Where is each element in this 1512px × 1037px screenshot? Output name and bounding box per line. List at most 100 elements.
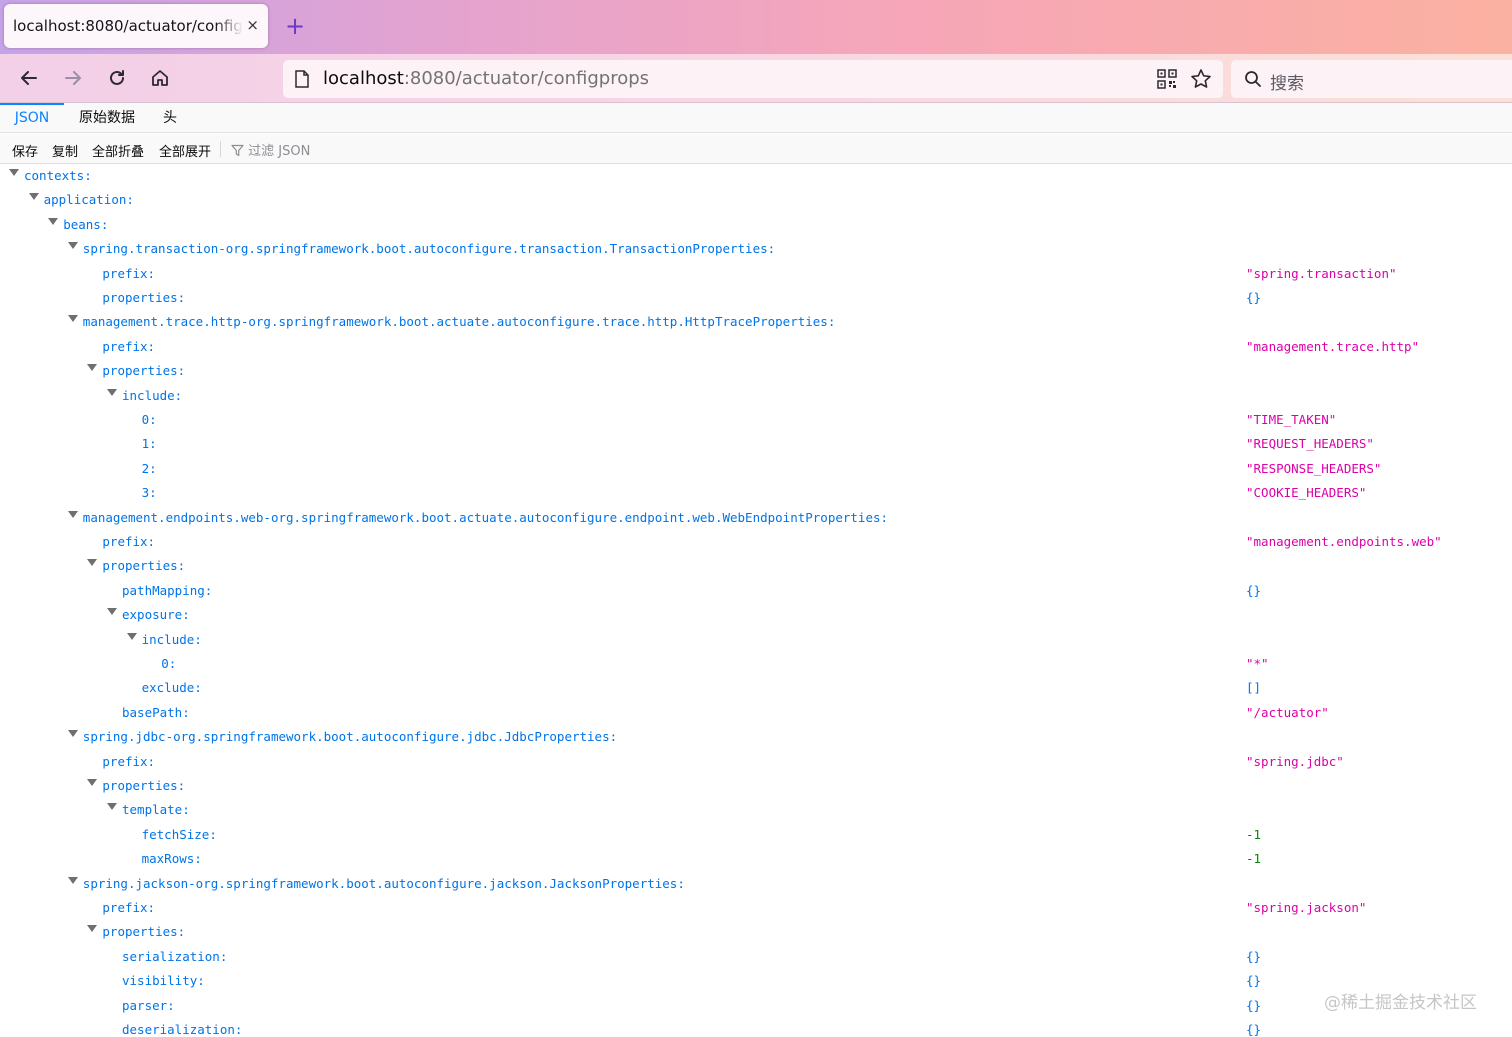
tree-key: exposure: — [122, 607, 190, 623]
tree-row[interactable]: properties: — [0, 359, 1512, 383]
tree-row: prefix: "management.endpoints.web" — [0, 530, 1512, 554]
url-bar[interactable]: localhost:8080/actuator/configprops — [283, 60, 1223, 98]
tree-value: {} — [1246, 948, 1262, 964]
tree-key: properties: — [102, 363, 186, 379]
expand-toggle-icon[interactable] — [48, 217, 59, 225]
tree-row: serialization: {} — [0, 945, 1512, 969]
tree-key: management.trace.http-org.springframewor… — [82, 314, 836, 330]
search-input[interactable]: 搜索 — [1270, 69, 1304, 94]
expand-toggle-icon[interactable] — [67, 510, 78, 518]
expand-toggle-icon[interactable] — [126, 632, 137, 640]
tree-value: "spring.transaction" — [1246, 265, 1397, 281]
expand-toggle-icon[interactable] — [67, 730, 78, 738]
filter-json-input[interactable]: 过滤 JSON — [231, 140, 310, 159]
tree-value: -1 — [1246, 851, 1262, 867]
tree-key: basePath: — [122, 704, 190, 720]
tree-key: 3: — [141, 485, 157, 501]
tree-key: properties: — [102, 558, 186, 574]
tree-key: properties: — [102, 290, 186, 305]
expand-toggle-icon[interactable] — [28, 193, 39, 201]
expand-all-button[interactable]: 全部展开 — [159, 141, 211, 160]
page-icon — [295, 70, 309, 92]
tree-row: exclude: [] — [0, 676, 1512, 700]
tree-key: contexts: — [24, 168, 92, 183]
tree-row[interactable]: properties: — [0, 774, 1512, 798]
close-tab-icon[interactable]: × — [246, 16, 259, 34]
tab-json[interactable]: JSON — [0, 103, 64, 133]
tree-row[interactable]: spring.jackson-org.springframework.boot.… — [0, 872, 1512, 896]
expand-toggle-icon[interactable] — [107, 608, 117, 616]
tree-value: "*" — [1246, 656, 1269, 671]
tree-row: properties: {} — [0, 286, 1512, 310]
tree-row: prefix: "spring.transaction" — [0, 262, 1512, 286]
tree-row[interactable]: beans: — [0, 213, 1512, 237]
tree-row: 0: "TIME_TAKEN" — [0, 408, 1512, 432]
tree-row[interactable]: contexts: — [0, 164, 1512, 188]
bookmark-star-icon[interactable] — [1190, 68, 1212, 94]
expand-toggle-icon[interactable] — [9, 169, 19, 176]
new-tab-button[interactable]: + — [285, 12, 305, 40]
tree-key: 0: — [161, 656, 177, 671]
tree-row[interactable]: exposure: — [0, 603, 1512, 627]
tree-key: spring.jdbc-org.springframework.boot.aut… — [82, 729, 618, 745]
tree-key: fetchSize: — [141, 826, 217, 842]
tree-row: 2: "RESPONSE_HEADERS" — [0, 457, 1512, 481]
tree-row: basePath: "/actuator" — [0, 701, 1512, 725]
tree-key: properties: — [102, 778, 186, 793]
tree-value: "management.trace.http" — [1246, 338, 1420, 354]
copy-button[interactable]: 复制 — [52, 141, 78, 160]
tree-row[interactable]: include: — [0, 628, 1512, 652]
tree-row[interactable]: application: — [0, 188, 1512, 212]
tree-row: deserialization: {} — [0, 1018, 1512, 1037]
expand-toggle-icon[interactable] — [67, 876, 78, 884]
tree-key: application: — [43, 192, 134, 208]
tree-value: "management.endpoints.web" — [1246, 534, 1442, 549]
expand-toggle-icon[interactable] — [87, 559, 98, 567]
save-button[interactable]: 保存 — [12, 141, 38, 160]
tree-row[interactable]: management.trace.http-org.springframewor… — [0, 310, 1512, 334]
filter-placeholder: 过滤 JSON — [248, 144, 311, 159]
tree-value: "/actuator" — [1246, 704, 1329, 720]
expand-toggle-icon[interactable] — [107, 388, 117, 396]
browser-tab[interactable]: localhost:8080/actuator/configprops × — [4, 4, 268, 48]
tab-strip: localhost:8080/actuator/configprops × + — [0, 0, 1512, 54]
tree-key: prefix: — [102, 900, 156, 915]
tree-value: {} — [1246, 290, 1262, 305]
tree-key: 2: — [141, 460, 157, 476]
expand-toggle-icon[interactable] — [107, 803, 117, 811]
tree-row[interactable]: spring.jdbc-org.springframework.boot.aut… — [0, 725, 1512, 749]
expand-toggle-icon[interactable] — [67, 242, 78, 250]
tree-value: {} — [1246, 582, 1262, 598]
tree-row[interactable]: properties: — [0, 554, 1512, 578]
tree-row: prefix: "spring.jdbc" — [0, 750, 1512, 774]
expand-toggle-icon[interactable] — [87, 779, 98, 786]
tree-key: include: — [122, 387, 183, 403]
tree-key: include: — [141, 631, 202, 647]
tree-value: [] — [1246, 680, 1262, 696]
url-host: localhost — [323, 68, 404, 89]
tab-headers[interactable]: 头 — [152, 103, 188, 133]
expand-toggle-icon[interactable] — [87, 925, 98, 933]
home-icon[interactable] — [146, 64, 174, 92]
tree-row: 0: "*" — [0, 652, 1512, 676]
tab-raw-data[interactable]: 原始数据 — [70, 103, 144, 133]
tree-key: properties: — [102, 924, 186, 940]
tree-key: maxRows: — [141, 851, 202, 867]
tree-row[interactable]: spring.transaction-org.springframework.b… — [0, 237, 1512, 261]
back-icon[interactable] — [15, 64, 43, 92]
reload-icon[interactable] — [103, 64, 131, 92]
tree-row[interactable]: management.endpoints.web-org.springframe… — [0, 506, 1512, 530]
expand-toggle-icon[interactable] — [67, 315, 78, 323]
expand-toggle-icon[interactable] — [87, 364, 98, 372]
tree-row[interactable]: template: — [0, 798, 1512, 822]
tree-key: spring.jackson-org.springframework.boot.… — [82, 875, 685, 891]
tree-row: 3: "COOKIE_HEADERS" — [0, 481, 1512, 505]
tree-row[interactable]: include: — [0, 384, 1512, 408]
search-bar[interactable]: 搜索 — [1231, 60, 1512, 98]
tree-row: visibility: {} — [0, 969, 1512, 993]
collapse-all-button[interactable]: 全部折叠 — [92, 141, 144, 160]
tree-row[interactable]: properties: — [0, 920, 1512, 944]
tree-key: prefix: — [102, 534, 156, 549]
forward-icon[interactable] — [59, 64, 87, 92]
qr-code-icon[interactable] — [1157, 69, 1177, 93]
